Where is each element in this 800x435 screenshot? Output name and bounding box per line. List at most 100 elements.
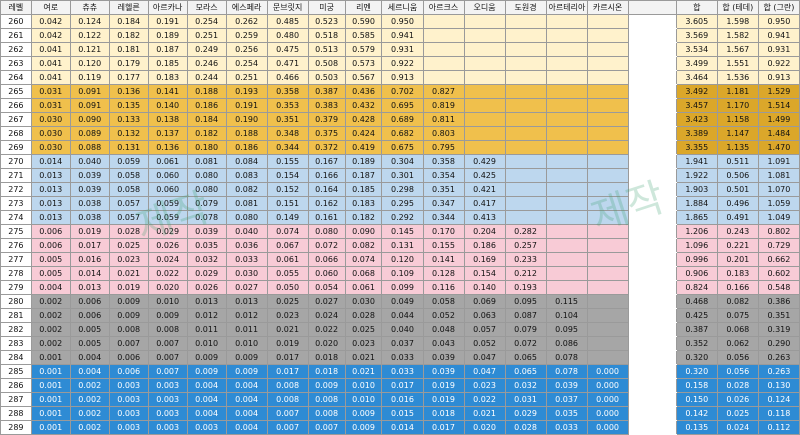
sum-cell[interactable]: 3.492 — [675, 84, 718, 99]
ratio-cell[interactable]: 0.004 — [186, 378, 227, 393]
ratio-cell[interactable]: 0.003 — [186, 420, 227, 435]
ratio-cell[interactable]: 0.251 — [225, 70, 268, 85]
ratio-cell[interactable]: 0.702 — [381, 84, 424, 99]
sum-cell[interactable]: 0.548 — [757, 280, 800, 295]
ratio-cell[interactable]: 0.017 — [422, 420, 465, 435]
ratio-cell[interactable]: 0.379 — [307, 112, 346, 127]
spacer-cell[interactable] — [627, 140, 677, 155]
ratio-cell[interactable]: 0.013 — [225, 294, 268, 309]
ratio-cell[interactable]: 0.003 — [147, 406, 188, 421]
level-cell[interactable]: 271 — [0, 168, 32, 183]
ratio-cell[interactable]: 0.090 — [69, 112, 110, 127]
ratio-cell[interactable]: 0.170 — [422, 224, 465, 239]
sum-cell[interactable]: 0.941 — [757, 28, 800, 43]
ratio-cell[interactable]: 0.518 — [307, 28, 346, 43]
ratio-cell[interactable]: 0.249 — [186, 42, 227, 57]
ratio-cell[interactable]: 0.066 — [307, 252, 346, 267]
ratio-cell[interactable]: 0.012 — [225, 308, 268, 323]
ratio-cell[interactable] — [545, 14, 588, 29]
ratio-cell[interactable]: 0.004 — [30, 280, 71, 295]
ratio-cell[interactable]: 0.298 — [381, 182, 424, 197]
ratio-cell[interactable]: 0.811 — [422, 112, 465, 127]
ratio-cell[interactable]: 0.011 — [186, 322, 227, 337]
sum-cell[interactable]: 0.996 — [675, 252, 718, 267]
ratio-cell[interactable]: 0.138 — [147, 112, 188, 127]
ratio-cell[interactable]: 0.140 — [463, 280, 506, 295]
ratio-cell[interactable]: 0.020 — [307, 336, 346, 351]
ratio-cell[interactable]: 0.429 — [463, 154, 506, 169]
level-cell[interactable]: 266 — [0, 98, 32, 113]
ratio-cell[interactable]: 0.040 — [225, 224, 268, 239]
sum-cell[interactable]: 3.534 — [675, 42, 718, 57]
sum-cell[interactable]: 1.170 — [716, 98, 759, 113]
ratio-cell[interactable]: 0.003 — [147, 420, 188, 435]
column-header[interactable]: 여로 — [30, 0, 71, 15]
ratio-cell[interactable]: 0.001 — [30, 420, 71, 435]
spacer-cell[interactable] — [627, 378, 677, 393]
sum-cell[interactable]: 0.112 — [757, 420, 800, 435]
ratio-cell[interactable]: 0.023 — [344, 336, 383, 351]
ratio-cell[interactable] — [545, 84, 588, 99]
ratio-cell[interactable]: 0.182 — [108, 28, 149, 43]
ratio-cell[interactable]: 0.019 — [266, 336, 309, 351]
ratio-cell[interactable]: 0.003 — [108, 378, 149, 393]
ratio-cell[interactable]: 0.436 — [344, 84, 383, 99]
ratio-cell[interactable]: 0.039 — [69, 168, 110, 183]
level-cell[interactable]: 284 — [0, 350, 32, 365]
ratio-cell[interactable]: 0.358 — [266, 84, 309, 99]
level-cell[interactable]: 277 — [0, 252, 32, 267]
spacer-cell[interactable] — [627, 238, 677, 253]
spacer-cell[interactable] — [627, 280, 677, 295]
ratio-cell[interactable] — [504, 154, 547, 169]
ratio-cell[interactable]: 0.002 — [30, 294, 71, 309]
ratio-cell[interactable]: 0.689 — [381, 112, 424, 127]
ratio-cell[interactable]: 0.151 — [266, 196, 309, 211]
spacer-cell[interactable] — [627, 42, 677, 57]
ratio-cell[interactable]: 0.007 — [147, 336, 188, 351]
ratio-cell[interactable]: 0.579 — [344, 42, 383, 57]
ratio-cell[interactable]: 0.058 — [108, 182, 149, 197]
ratio-cell[interactable] — [504, 84, 547, 99]
column-header[interactable]: 에스페라 — [225, 0, 268, 15]
ratio-cell[interactable] — [586, 224, 629, 239]
ratio-cell[interactable] — [586, 154, 629, 169]
ratio-cell[interactable] — [463, 98, 506, 113]
ratio-cell[interactable]: 0.190 — [225, 112, 268, 127]
sum-cell[interactable]: 1.081 — [757, 168, 800, 183]
ratio-cell[interactable]: 0.180 — [186, 140, 227, 155]
ratio-cell[interactable]: 0.419 — [344, 140, 383, 155]
sum-cell[interactable]: 0.056 — [716, 350, 759, 365]
ratio-cell[interactable]: 0.344 — [266, 140, 309, 155]
ratio-cell[interactable]: 0.567 — [344, 70, 383, 85]
ratio-cell[interactable]: 0.523 — [307, 14, 346, 29]
ratio-cell[interactable]: 0.413 — [463, 210, 506, 225]
ratio-cell[interactable]: 0.004 — [225, 392, 268, 407]
ratio-cell[interactable] — [545, 210, 588, 225]
ratio-cell[interactable]: 0.006 — [69, 294, 110, 309]
ratio-cell[interactable] — [463, 70, 506, 85]
sum-cell[interactable]: 1.470 — [757, 140, 800, 155]
ratio-cell[interactable]: 0.109 — [381, 266, 424, 281]
ratio-cell[interactable]: 0.025 — [344, 322, 383, 337]
ratio-cell[interactable]: 0.013 — [30, 182, 71, 197]
spacer-cell[interactable] — [627, 392, 677, 407]
ratio-cell[interactable]: 0.480 — [266, 28, 309, 43]
ratio-cell[interactable]: 0.149 — [266, 210, 309, 225]
ratio-cell[interactable]: 0.121 — [69, 42, 110, 57]
level-cell[interactable]: 273 — [0, 196, 32, 211]
sum-cell[interactable]: 3.569 — [675, 28, 718, 43]
sum-cell[interactable]: 0.142 — [675, 406, 718, 421]
ratio-cell[interactable]: 0.005 — [69, 322, 110, 337]
sum-cell[interactable]: 0.496 — [716, 196, 759, 211]
ratio-cell[interactable]: 0.010 — [147, 294, 188, 309]
spacer-cell[interactable] — [627, 350, 677, 365]
ratio-cell[interactable]: 0.081 — [186, 154, 227, 169]
ratio-cell[interactable]: 0.007 — [147, 364, 188, 379]
ratio-cell[interactable]: 0.162 — [307, 196, 346, 211]
ratio-cell[interactable]: 0.042 — [30, 28, 71, 43]
sum-cell[interactable]: 1.206 — [675, 224, 718, 239]
level-cell[interactable]: 268 — [0, 126, 32, 141]
ratio-cell[interactable] — [463, 140, 506, 155]
sum-cell[interactable]: 1.059 — [757, 196, 800, 211]
ratio-cell[interactable]: 0.351 — [266, 112, 309, 127]
